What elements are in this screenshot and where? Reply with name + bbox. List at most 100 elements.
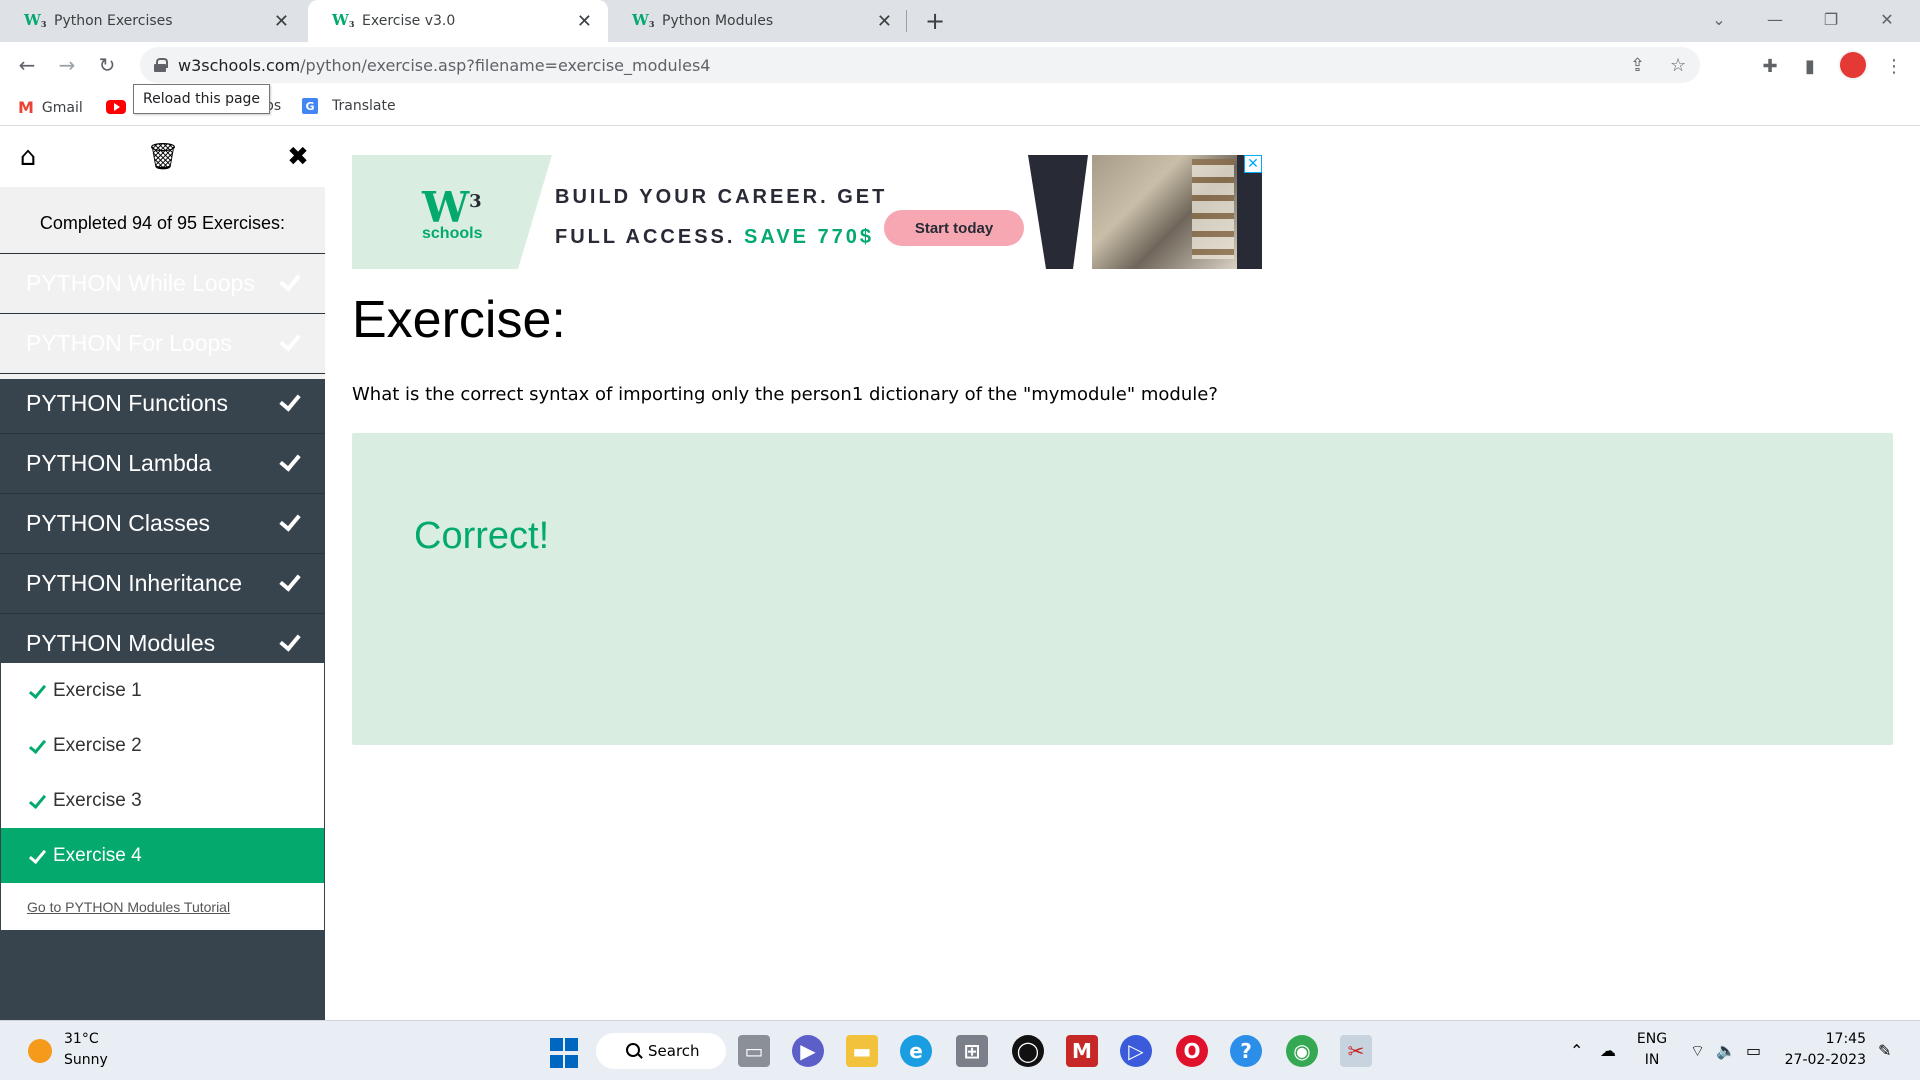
forward-arrow-icon[interactable]: → (50, 48, 84, 82)
close-icon[interactable]: ✖ (280, 141, 316, 173)
notification-icon[interactable]: ✎ (1878, 1041, 1891, 1060)
reload-icon[interactable]: ↻ (90, 48, 124, 82)
chapter-while-loops[interactable]: PYTHON While Loops (0, 253, 325, 313)
close-window-icon[interactable]: ✕ (1864, 0, 1910, 38)
weather-condition[interactable]: Sunny (64, 1052, 108, 1068)
exercise-question: What is the correct syntax of importing … (352, 384, 1218, 405)
snipping-tool-icon[interactable]: ✂ (1340, 1035, 1372, 1067)
checkmark-icon (27, 847, 45, 865)
chapter-lambda[interactable]: PYTHON Lambda (0, 433, 325, 493)
address-bar[interactable]: w3schools.com/python/exercise.asp?filena… (140, 47, 1700, 83)
menu-kebab-icon[interactable]: ⋮ (1880, 52, 1908, 80)
profile-avatar[interactable] (1838, 50, 1868, 80)
bookmark-youtube[interactable] (106, 100, 126, 114)
tab-close-icon[interactable]: ✕ (877, 11, 892, 32)
share-icon[interactable]: ⇪ (1630, 55, 1645, 76)
chapter-functions[interactable]: PYTHON Functions (0, 373, 325, 433)
w3schools-favicon-icon: W3 (632, 11, 655, 29)
home-icon[interactable]: ⌂ (10, 141, 46, 173)
ad-headline: BUILD YOUR CAREER. GET FULL ACCESS. SAVE… (555, 177, 887, 257)
exercise-item-4[interactable]: Exercise 4 (1, 828, 324, 883)
tray-chevron-up-icon[interactable]: ⌃ (1570, 1041, 1583, 1060)
chapter-label: PYTHON While Loops (26, 270, 255, 296)
chapter-label: PYTHON For Loops (26, 330, 232, 356)
tab-title: Python Modules (662, 13, 774, 29)
progress-text: Completed 94 of 95 Exercises: (39, 213, 286, 233)
help-app-icon[interactable]: ? (1230, 1035, 1262, 1067)
tab-search-chevron-icon[interactable]: ⌄ (1696, 0, 1742, 38)
language-indicator-top[interactable]: ENG (1636, 1031, 1668, 1047)
ad-decor-stripe (1028, 155, 1088, 269)
chapter-inheritance[interactable]: PYTHON Inheritance (0, 553, 325, 613)
teams-chat-icon[interactable]: ▶ (792, 1035, 824, 1067)
checkmark-icon (27, 737, 45, 755)
checkmark-icon (279, 571, 303, 595)
ad-headline-line2: FULL ACCESS. SAVE 770$ (555, 217, 887, 257)
exercise-label: Exercise 1 (53, 679, 142, 701)
new-tab-icon[interactable]: + (920, 0, 950, 42)
weather-temperature[interactable]: 31°C (64, 1031, 99, 1047)
tab-close-icon[interactable]: ✕ (274, 11, 289, 32)
mcafee-icon[interactable]: M (1066, 1035, 1098, 1067)
ad-logo-subtext: schools (422, 225, 483, 242)
w3schools-favicon-icon: W3 (332, 11, 355, 29)
prime-video-icon[interactable]: ▷ (1120, 1035, 1152, 1067)
chapter-for-loops[interactable]: PYTHON For Loops (0, 313, 325, 373)
checkmark-icon (279, 331, 303, 355)
exercise-label: Exercise 3 (53, 789, 142, 811)
checkmark-icon (279, 271, 303, 295)
checkmark-icon (279, 631, 303, 655)
bookmark-label: Gmail (41, 99, 83, 116)
checkmark-icon (279, 451, 303, 475)
chapter-list: PYTHON While Loops PYTHON For Loops PYTH… (0, 253, 325, 673)
back-arrow-icon[interactable]: ← (10, 48, 44, 82)
edge-browser-icon[interactable]: e (900, 1035, 932, 1067)
app-shield-icon[interactable]: ◯ (1012, 1035, 1044, 1067)
chapter-classes[interactable]: PYTHON Classes (0, 493, 325, 553)
onedrive-cloud-icon[interactable]: ☁ (1600, 1041, 1616, 1060)
restore-icon[interactable]: ❐ (1808, 0, 1854, 38)
lock-icon[interactable] (154, 58, 168, 72)
tab-exercise-v3[interactable]: W3 Exercise v3.0 ✕ (308, 0, 608, 42)
sun-weather-icon[interactable] (28, 1039, 52, 1063)
ad-close-icon[interactable]: ✕ (1244, 155, 1262, 173)
side-panel-icon[interactable]: ▮ (1796, 52, 1824, 80)
tutorial-link[interactable]: Go to PYTHON Modules Tutorial (1, 883, 324, 930)
ad-photo (1092, 155, 1237, 269)
tab-python-modules[interactable]: W3 Python Modules ✕ (608, 0, 908, 42)
exercise-item-3[interactable]: Exercise 3 (1, 773, 324, 828)
bookmark-gmail[interactable]: M Gmail (18, 98, 83, 117)
microsoft-store-icon[interactable]: ⊞ (956, 1035, 988, 1067)
file-explorer-icon[interactable]: ▬ (846, 1035, 878, 1067)
tab-python-exercises[interactable]: W3 Python Exercises ✕ (0, 0, 305, 42)
windows-start-icon[interactable] (548, 1037, 580, 1069)
exercise-item-2[interactable]: Exercise 2 (1, 718, 324, 773)
chapter-label: PYTHON Lambda (26, 450, 212, 476)
chapter-label: PYTHON Inheritance (26, 570, 243, 596)
volume-icon[interactable]: 🔈 (1716, 1041, 1736, 1060)
exercise-item-1[interactable]: Exercise 1 (1, 663, 324, 718)
opera-icon[interactable]: O (1176, 1035, 1208, 1067)
bookmarks-bar: M Gmail ps G Translate (0, 88, 1920, 126)
url-host: w3schools.com (178, 55, 301, 75)
taskbar-search[interactable]: Search (596, 1033, 726, 1069)
bookmark-translate[interactable]: G Translate (302, 98, 396, 114)
chrome-icon[interactable]: ◉ (1286, 1035, 1318, 1067)
trash-icon[interactable]: 🗑 (145, 141, 181, 173)
minimize-icon[interactable]: — (1752, 0, 1798, 38)
extensions-puzzle-icon[interactable]: ✚ (1756, 52, 1784, 80)
bookmark-star-icon[interactable]: ☆ (1670, 55, 1686, 76)
chapter-label: PYTHON Classes (26, 510, 211, 536)
clock-date[interactable]: 27-02-2023 (1776, 1052, 1866, 1068)
ad-start-today-button[interactable]: Start today (884, 210, 1024, 246)
taskbar-search-label: Search (648, 1042, 700, 1060)
task-view-icon[interactable]: ▭ (738, 1035, 770, 1067)
wifi-icon[interactable]: ⌔ (1690, 1041, 1705, 1061)
language-indicator-bottom[interactable]: IN (1636, 1052, 1668, 1068)
tab-close-icon[interactable]: ✕ (577, 11, 592, 32)
ad-banner[interactable]: W3 schools BUILD YOUR CAREER. GET FULL A… (352, 155, 1262, 269)
battery-icon[interactable]: ▭ (1746, 1041, 1761, 1060)
checkmark-icon (279, 511, 303, 535)
chapter-label: PYTHON Modules (26, 630, 216, 656)
clock-time[interactable]: 17:45 (1786, 1031, 1866, 1047)
